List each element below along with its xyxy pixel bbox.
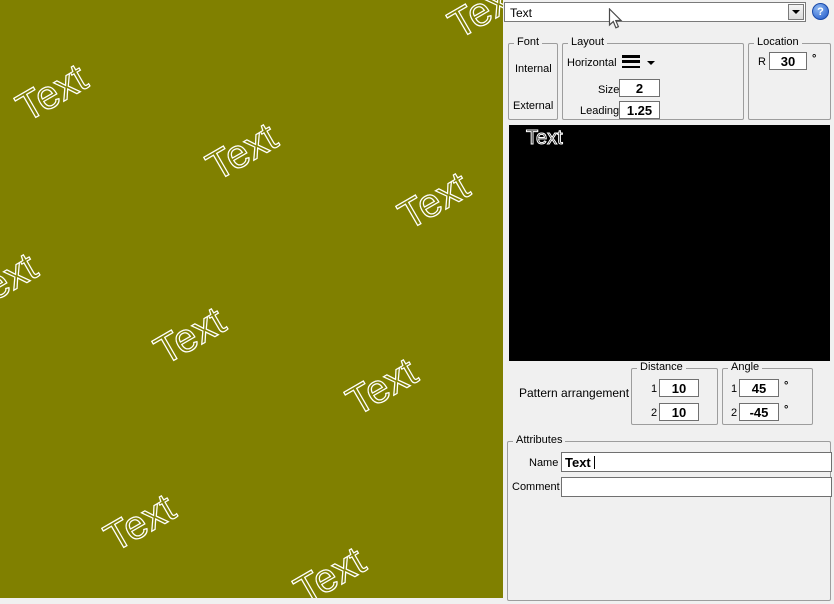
distance2-label: 2 (651, 407, 658, 419)
distance1-input[interactable] (659, 379, 699, 397)
distance-group: Distance 1 2 (631, 361, 718, 425)
font-group: Font Internal External (508, 36, 558, 120)
angle2-input[interactable] (739, 403, 779, 421)
horizontal-label: Horizontal (567, 57, 617, 69)
angle2-label: 2 (731, 407, 738, 419)
leading-input[interactable] (619, 101, 660, 119)
chevron-down-icon (792, 10, 800, 14)
size-label: Size (598, 84, 620, 96)
mouse-cursor (608, 8, 623, 29)
leading-label: Leading (580, 105, 620, 117)
pattern-text-sample: Text (199, 114, 286, 190)
help-icon[interactable]: ? (812, 3, 829, 20)
pattern-text-sample: Text (97, 485, 184, 561)
location-group: Location R ° (748, 36, 831, 120)
text-style-dropdown[interactable]: Text (504, 2, 806, 22)
layout-group: Layout Horizontal Size Leading (562, 36, 744, 120)
text-pattern-editor-window: Text Text Text Text Text Text Text Text … (0, 0, 834, 604)
distance1-label: 1 (651, 383, 658, 395)
comment-label: Comment (512, 481, 560, 493)
pattern-text-sample: Text (147, 298, 234, 374)
attributes-group-title: Attributes (513, 434, 566, 447)
size-input[interactable] (619, 79, 660, 97)
angle1-label: 1 (731, 383, 738, 395)
angle1-input[interactable] (739, 379, 779, 397)
pattern-preview-canvas[interactable]: Text Text Text Text Text Text Text Text … (0, 0, 503, 598)
preview-sample-text: Text (526, 127, 564, 150)
font-external-option[interactable]: External (513, 100, 553, 112)
pattern-text-sample: Text (391, 163, 478, 239)
name-value: Text (565, 455, 591, 470)
distance-group-title: Distance (637, 361, 686, 374)
attributes-group: Attributes Name Text Comment (507, 434, 832, 601)
justify-lines-icon[interactable] (622, 55, 640, 68)
comment-input[interactable] (561, 477, 832, 497)
text-caret (594, 456, 595, 469)
text-preview-pane[interactable]: Text (509, 125, 830, 361)
layout-group-title: Layout (568, 36, 608, 49)
pattern-text-sample: Text (441, 0, 503, 48)
dropdown-selected-value: Text (510, 6, 533, 20)
distance2-input[interactable] (659, 403, 699, 421)
angle-group-title: Angle (728, 361, 763, 374)
degree-symbol: ° (812, 53, 817, 65)
name-input[interactable]: Text (561, 452, 832, 472)
pattern-arrangement-label: Pattern arrangement (519, 386, 630, 400)
rotation-input[interactable] (769, 52, 807, 70)
name-label: Name (529, 457, 559, 469)
pattern-text-sample: Text (287, 538, 374, 598)
rotation-label: R (758, 56, 766, 68)
font-internal-option[interactable]: Internal (515, 63, 552, 75)
degree-symbol: ° (784, 380, 789, 392)
pattern-text-sample: Text (339, 349, 426, 425)
angle-group: Angle 1 ° 2 ° (722, 361, 813, 425)
dropdown-arrow-button[interactable] (788, 4, 804, 20)
font-group-title: Font (514, 36, 543, 49)
degree-symbol: ° (784, 404, 789, 416)
pattern-text-sample: Text (0, 244, 45, 320)
alignment-chevron-down-icon[interactable] (647, 61, 655, 65)
location-group-title: Location (754, 36, 802, 49)
pattern-text-sample: Text (9, 55, 96, 131)
settings-panel: Text ? Font Internal External Layout Hor… (503, 0, 834, 604)
